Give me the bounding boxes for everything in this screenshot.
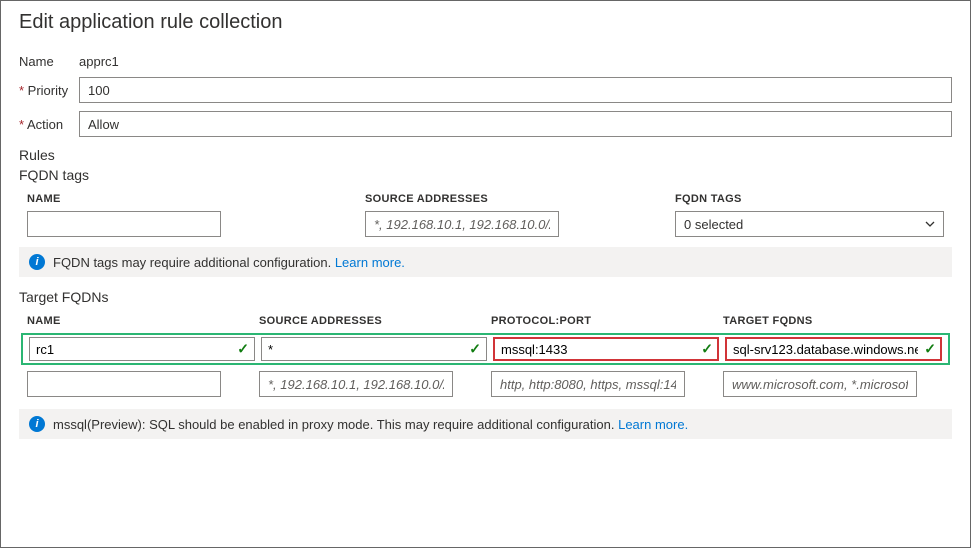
fqdn-col-name: NAME: [27, 193, 365, 205]
target-target-input-empty[interactable]: [723, 371, 917, 397]
target-proto-input-empty[interactable]: [491, 371, 685, 397]
priority-input[interactable]: [79, 77, 952, 103]
target-learn-more-link[interactable]: Learn more.: [618, 417, 688, 432]
target-col-proto: PROTOCOL:PORT: [491, 315, 723, 327]
fqdn-source-input[interactable]: [365, 211, 559, 237]
name-value: apprc1: [79, 54, 119, 69]
info-icon: i: [29, 416, 45, 432]
target-row-filled: ✓ ✓ ✓: [29, 337, 942, 361]
fqdn-info-bar: i FQDN tags may require additional confi…: [19, 247, 952, 277]
fqdn-learn-more-link[interactable]: Learn more.: [335, 255, 405, 270]
chevron-down-icon: [925, 219, 935, 229]
fqdn-name-input[interactable]: [27, 211, 221, 237]
action-label: Action: [19, 117, 79, 132]
info-icon: i: [29, 254, 45, 270]
priority-label: Priority: [19, 83, 79, 98]
target-col-target: TARGET FQDNS: [723, 315, 944, 327]
action-input[interactable]: [79, 111, 952, 137]
target-source-input[interactable]: [261, 337, 487, 361]
fqdn-tags-selected-text: 0 selected: [684, 217, 743, 232]
target-name-input-empty[interactable]: [27, 371, 221, 397]
rules-section-label: Rules: [19, 147, 952, 163]
target-source-input-empty[interactable]: [259, 371, 453, 397]
target-filled-row-highlight: ✓ ✓ ✓: [21, 333, 950, 365]
fqdn-info-text: FQDN tags may require additional configu…: [53, 255, 331, 270]
fqdn-tags-dropdown[interactable]: 0 selected: [675, 211, 944, 237]
target-target-input[interactable]: [725, 337, 942, 361]
target-info-bar: i mssql(Preview): SQL should be enabled …: [19, 409, 952, 439]
target-col-name: NAME: [27, 315, 259, 327]
target-proto-input[interactable]: [493, 337, 719, 361]
target-col-source: SOURCE ADDRESSES: [259, 315, 491, 327]
page-title: Edit application rule collection: [19, 11, 952, 34]
target-row-empty: [19, 369, 952, 399]
target-name-input[interactable]: [29, 337, 255, 361]
target-fqdns-heading: Target FQDNs: [19, 289, 952, 305]
fqdn-col-tags: FQDN TAGS: [675, 193, 944, 205]
fqdn-tags-new-row: 0 selected: [19, 211, 952, 237]
fqdn-col-source: SOURCE ADDRESSES: [365, 193, 675, 205]
fqdn-tags-heading: FQDN tags: [19, 167, 952, 183]
target-info-text: mssql(Preview): SQL should be enabled in…: [53, 417, 614, 432]
name-label: Name: [19, 54, 79, 69]
